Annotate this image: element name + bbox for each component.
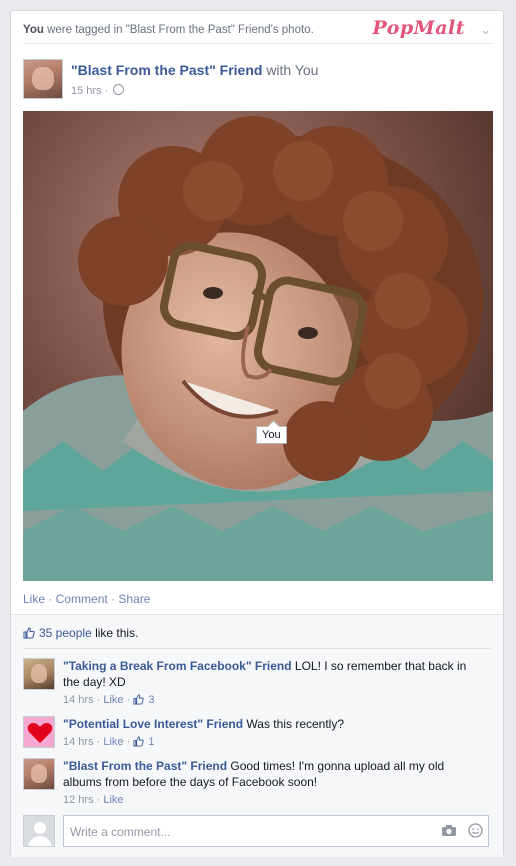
comment-time[interactable]: 12 hrs (63, 794, 94, 806)
likes-summary: 35 people like this. (23, 626, 138, 640)
notification-text: You were tagged in "Blast From the Past"… (23, 24, 314, 36)
brand-logo: PopMalt (372, 17, 465, 39)
likes-suffix: like this. (95, 626, 139, 640)
comment-like-link[interactable]: Like (103, 694, 123, 706)
commenter-avatar[interactable] (23, 758, 55, 790)
write-comment-row: Write a comment... (23, 815, 491, 849)
post-author-link[interactable]: "Blast From the Past" Friend (71, 62, 262, 78)
post-timestamp: 15 hrs · (71, 84, 125, 97)
comment-meta: 14 hrs · Like · 1 (63, 736, 155, 748)
tagged-photo[interactable]: You (23, 111, 493, 581)
feedback-section: 35 people like this. "Taking a Break Fro… (11, 614, 503, 857)
commenter-name[interactable]: "Potential Love Interest" Friend (63, 717, 243, 731)
current-user-avatar (23, 815, 55, 847)
camera-icon[interactable] (441, 824, 457, 837)
photo-tag-label[interactable]: You (256, 426, 287, 444)
emoji-icon[interactable] (468, 823, 483, 838)
commenter-avatar[interactable] (23, 658, 55, 690)
user-silhouette-icon (28, 822, 52, 846)
comment-time[interactable]: 14 hrs (63, 694, 94, 706)
comment-like-link[interactable]: Like (103, 736, 123, 748)
chevron-down-icon[interactable]: ⌄ (480, 22, 491, 38)
commenter-name[interactable]: "Taking a Break From Facebook" Friend (63, 659, 292, 673)
comment-like-link[interactable]: Like (103, 794, 123, 806)
comment-body: "Taking a Break From Facebook" Friend LO… (63, 658, 483, 708)
thumbs-up-icon (133, 736, 145, 747)
commenter-avatar[interactable] (23, 716, 55, 748)
author-avatar[interactable] (23, 59, 63, 99)
like-link[interactable]: Like (23, 592, 45, 606)
likes-count-link[interactable]: 35 people (39, 626, 92, 640)
comment-link[interactable]: Comment (56, 592, 108, 606)
notification-bar: You were tagged in "Blast From the Past"… (23, 17, 493, 44)
notification-message: were tagged in "Blast From the Past" Fri… (47, 24, 314, 36)
post-with-text: with You (266, 62, 319, 78)
comment-meta: 12 hrs · Like (63, 794, 124, 806)
notification-actor: You (23, 24, 44, 36)
post-time-text[interactable]: 15 hrs (71, 85, 102, 97)
photo-illustration (23, 111, 493, 581)
comment-time[interactable]: 14 hrs (63, 736, 94, 748)
comment-meta: 14 hrs · Like · 3 (63, 694, 155, 706)
comment-like-count[interactable]: 1 (148, 736, 154, 748)
post-card: You were tagged in "Blast From the Past"… (10, 10, 504, 857)
thumbs-up-icon (133, 694, 145, 705)
comment-text: Was this recently? (246, 717, 345, 731)
heart-icon (27, 723, 53, 743)
comment-body: "Blast From the Past" Friend Good times!… (63, 758, 483, 808)
post-author-line: "Blast From the Past" Friend with You (71, 62, 318, 78)
commenter-name[interactable]: "Blast From the Past" Friend (63, 759, 227, 773)
thumbs-up-icon (23, 627, 35, 639)
share-link[interactable]: Share (118, 592, 150, 606)
comment-body: "Potential Love Interest" Friend Was thi… (63, 716, 483, 750)
comment-like-count[interactable]: 3 (148, 694, 154, 706)
post-actions: Like · Comment · Share (23, 592, 151, 606)
comment-input[interactable]: Write a comment... (63, 815, 489, 847)
divider (23, 648, 491, 649)
globe-icon[interactable] (113, 84, 125, 95)
